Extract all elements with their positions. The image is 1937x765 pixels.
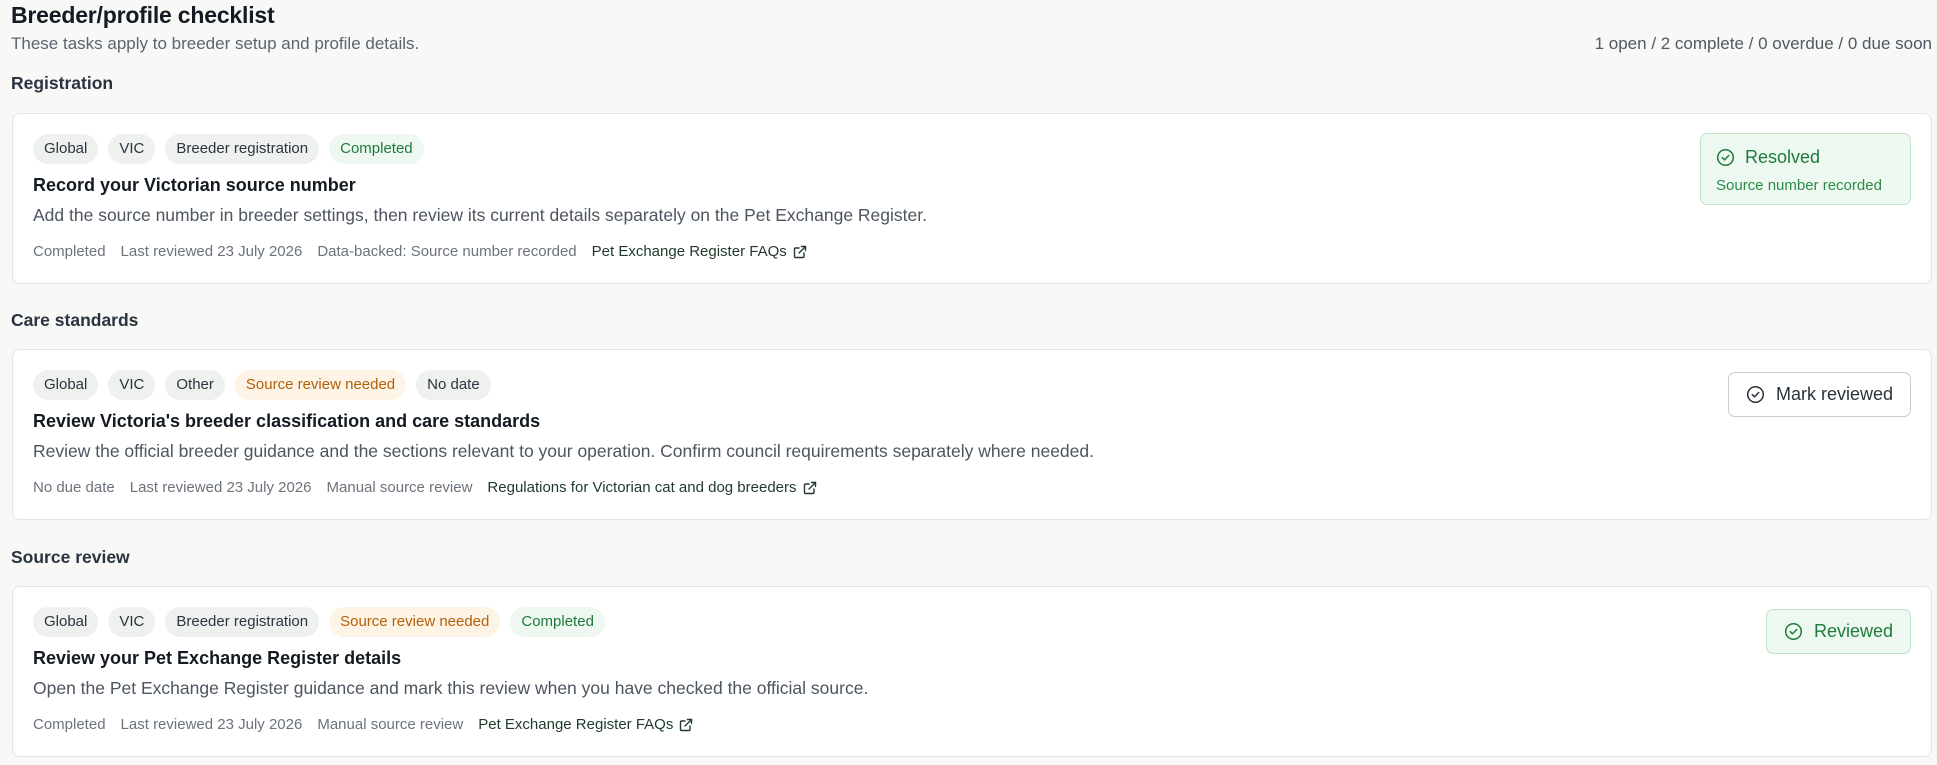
tag-scope: Global [33, 607, 99, 637]
tag-scope: Global [33, 370, 99, 400]
mark-reviewed-label: Mark reviewed [1775, 384, 1893, 404]
task-card-source-number: Global VIC Breeder registration Complete… [12, 113, 1932, 284]
source-link[interactable]: Pet Exchange Register FAQs [592, 243, 807, 260]
meta-status: No due date [33, 479, 115, 496]
mark-reviewed-button[interactable]: Mark reviewed [1727, 372, 1911, 417]
tag-due-date: No date [416, 370, 491, 400]
meta-source-type: Manual source review [317, 716, 464, 733]
section-title-registration: Registration [11, 73, 114, 93]
external-link-icon [679, 718, 693, 732]
tag-list: Global VIC Breeder registration Source r… [33, 607, 605, 637]
meta-status: Completed [33, 243, 106, 260]
tag-list: Global VIC Breeder registration Complete… [33, 134, 424, 164]
task-description: Review the official breeder guidance and… [33, 441, 1094, 461]
task-title: Review Victoria's breeder classification… [33, 411, 541, 431]
meta-source-type: Manual source review [326, 479, 473, 496]
section-title-care-standards: Care standards [11, 310, 139, 330]
task-meta: Completed Last reviewed 23 July 2026 Man… [33, 716, 693, 733]
source-link-label: Regulations for Victorian cat and dog br… [487, 479, 797, 496]
source-link-label: Pet Exchange Register FAQs [591, 243, 787, 260]
task-title: Record your Victorian source number [33, 175, 356, 195]
task-card-pet-exchange-register: Global VIC Breeder registration Source r… [12, 586, 1932, 757]
tag-scope: Global [33, 134, 99, 164]
task-card-care-standards: Global VIC Other Source review needed No… [12, 349, 1932, 520]
source-link[interactable]: Regulations for Victorian cat and dog br… [487, 479, 816, 496]
reviewed-label: Reviewed [1813, 621, 1893, 641]
source-link[interactable]: Pet Exchange Register FAQs [478, 716, 693, 733]
external-link-icon [793, 245, 807, 259]
meta-source-type: Data-backed: Source number recorded [317, 243, 577, 260]
check-circle-icon [1746, 385, 1765, 404]
resolved-sub-label: Source number recorded [1716, 177, 1882, 194]
tag-category: Breeder registration [165, 134, 320, 164]
section-title-source-review: Source review [11, 547, 130, 567]
tag-list: Global VIC Other Source review needed No… [33, 370, 491, 400]
meta-status: Completed [33, 716, 106, 733]
tag-state: VIC [108, 370, 156, 400]
external-link-icon [803, 481, 817, 495]
check-circle-icon [1784, 622, 1803, 641]
tag-category: Breeder registration [165, 607, 320, 637]
tag-state: VIC [108, 607, 156, 637]
page-subtitle: These tasks apply to breeder setup and p… [11, 34, 420, 53]
task-title: Review your Pet Exchange Register detail… [33, 648, 402, 668]
meta-last-reviewed: Last reviewed 23 July 2026 [120, 716, 303, 733]
task-meta: Completed Last reviewed 23 July 2026 Dat… [33, 243, 807, 260]
task-description: Open the Pet Exchange Register guidance … [33, 678, 869, 698]
source-link-label: Pet Exchange Register FAQs [478, 716, 674, 733]
tag-status-completed: Completed [510, 607, 605, 637]
checklist-summary: 1 open / 2 complete / 0 overdue / 0 due … [1594, 34, 1932, 53]
resolved-label: Resolved [1745, 147, 1821, 167]
resolved-status-box: Resolved Source number recorded [1700, 133, 1911, 205]
reviewed-button[interactable]: Reviewed [1765, 609, 1911, 654]
tag-source-review-needed: Source review needed [329, 607, 501, 637]
tag-state: VIC [108, 134, 156, 164]
task-meta: No due date Last reviewed 23 July 2026 M… [33, 479, 817, 496]
tag-source-review-needed: Source review needed [234, 370, 407, 400]
meta-last-reviewed: Last reviewed 23 July 2026 [120, 243, 303, 260]
tag-status-completed: Completed [329, 134, 424, 164]
task-description: Add the source number in breeder setting… [33, 205, 927, 225]
meta-last-reviewed: Last reviewed 23 July 2026 [129, 479, 312, 496]
page-title: Breeder/profile checklist [11, 2, 275, 28]
check-circle-icon [1716, 148, 1735, 167]
tag-category: Other [165, 370, 225, 400]
